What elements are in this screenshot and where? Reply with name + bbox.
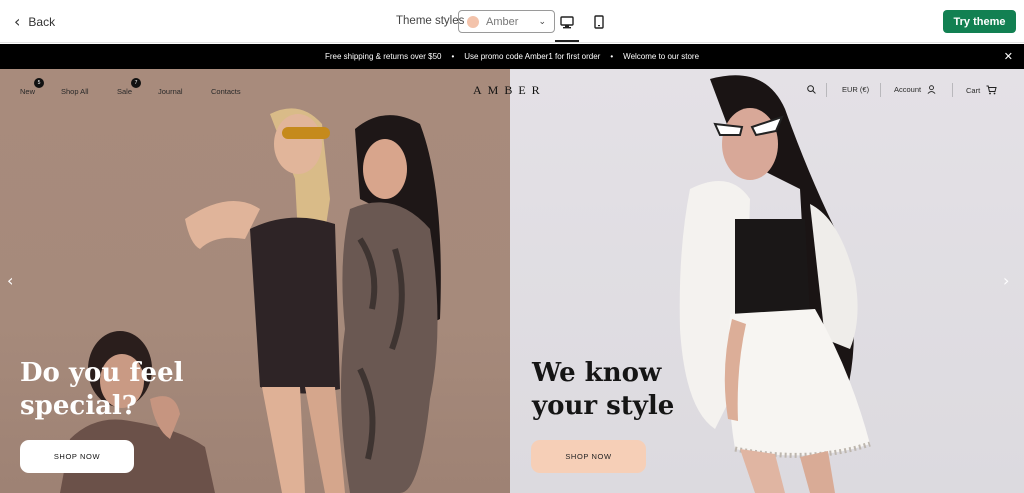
slider-next-arrow-icon[interactable]: › [1003, 271, 1009, 290]
nav-item-journal[interactable]: Journal [158, 87, 183, 96]
hero-slider: New 5 Shop All Sale 7 Journal Contacts A… [0, 69, 1024, 493]
header-divider [880, 83, 881, 97]
nav-item-label: Contacts [211, 87, 241, 96]
currency-label: EUR (€) [842, 85, 870, 94]
search-icon [807, 85, 816, 94]
nav-item-shop-all[interactable]: Shop All [61, 87, 89, 96]
store-header: New 5 Shop All Sale 7 Journal Contacts A… [0, 69, 1024, 111]
hero-left-headline: Do you feel special? [20, 357, 260, 423]
announcement-message: Welcome to our store [623, 52, 700, 61]
hero-left-image [60, 108, 441, 493]
chevron-left-icon: ‹ [14, 12, 21, 31]
header-divider [826, 83, 827, 97]
cart-icon [986, 85, 997, 95]
back-button[interactable]: ‹ Back [14, 12, 55, 32]
nav-item-new[interactable]: New 5 [20, 78, 45, 96]
hero-right-headline: We know your style [532, 357, 772, 423]
account-label: Account [894, 85, 922, 94]
theme-style-value: Amber [486, 15, 519, 28]
store-logo[interactable]: AMBER [473, 83, 546, 98]
nav-badge: 5 [34, 78, 45, 88]
announcement-message: Free shipping & returns over $50 [324, 52, 442, 61]
nav-item-sale[interactable]: Sale 7 [117, 78, 142, 96]
shop-now-button-right[interactable]: SHOP NOW [531, 440, 646, 473]
hero-right-image [679, 75, 871, 493]
account-link[interactable]: Account [894, 85, 936, 94]
shop-now-button-left[interactable]: SHOP NOW [20, 440, 134, 473]
hero-left-panel [0, 69, 510, 493]
cart-link[interactable]: Cart [966, 85, 997, 95]
back-label: Back [28, 15, 56, 29]
close-icon[interactable]: ✕ [1004, 50, 1013, 63]
try-theme-button[interactable]: Try theme [943, 10, 1016, 33]
nav-item-label: Shop All [61, 87, 89, 96]
editor-top-bar: ‹ Back Theme styles Amber ⌄ Try theme [0, 0, 1024, 43]
theme-style-select[interactable]: Amber ⌄ [458, 10, 555, 33]
headline-line: We know [532, 358, 662, 388]
desktop-icon [560, 15, 574, 28]
headline-line: special? [20, 391, 138, 421]
mobile-view-button[interactable] [588, 11, 610, 33]
slider-prev-arrow-icon[interactable]: ‹ [7, 271, 13, 290]
theme-swatch [467, 15, 479, 28]
header-divider [952, 83, 953, 97]
search-button[interactable] [807, 85, 816, 94]
active-device-indicator [555, 40, 579, 42]
announcement-bar: Free shipping & returns over $50 • Use p… [0, 44, 1024, 69]
nav-badge: 7 [131, 78, 142, 88]
nav-item-label: New [20, 87, 36, 96]
headline-line: Do you feel [20, 358, 184, 388]
nav-item-label: Journal [158, 87, 183, 96]
mobile-icon [594, 15, 604, 29]
headline-line: your style [532, 391, 675, 421]
nav-item-label: Sale [117, 87, 133, 96]
currency-selector[interactable]: EUR (€) [842, 85, 869, 94]
theme-styles-label: Theme styles [396, 15, 465, 27]
chevron-down-icon: ⌄ [538, 16, 546, 27]
hero-right-panel [510, 69, 1024, 493]
nav-item-contacts[interactable]: Contacts [211, 87, 241, 96]
announcement-message: Use promo code Amber1 for first order [464, 52, 601, 61]
user-icon [927, 85, 936, 94]
cart-label: Cart [966, 85, 981, 95]
desktop-view-button[interactable] [556, 11, 578, 33]
